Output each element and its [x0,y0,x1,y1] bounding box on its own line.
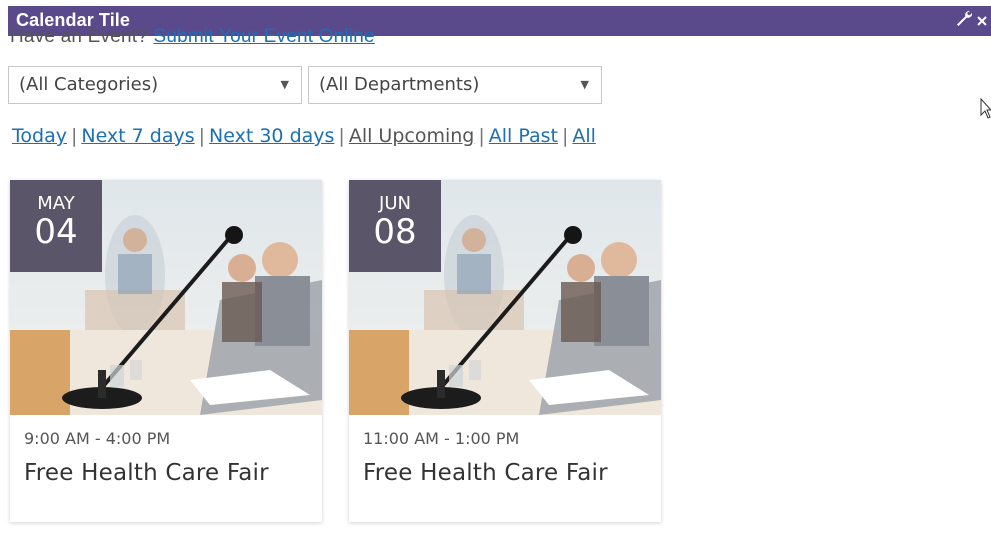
wrench-icon[interactable] [955,10,973,30]
chevron-down-icon: ▼ [280,78,289,91]
event-title[interactable]: Free Health Care Fair [24,460,269,486]
separator: | [561,125,569,147]
event-title[interactable]: Free Health Care Fair [363,460,608,486]
mouse-cursor-icon [980,97,991,124]
chevron-down-icon: ▼ [580,78,589,91]
submit-event-line: Have an Event? Submit Your Event Online [10,26,375,48]
filter-all-past[interactable]: All Past [489,125,558,147]
event-time: 9:00 AM - 4:00 PM [24,429,171,448]
separator: | [338,125,345,147]
department-select-value: (All Departments) [319,74,480,95]
date-day: 04 [34,212,78,252]
category-select[interactable]: (All Categories) ▼ [8,66,302,104]
close-icon[interactable] [977,11,987,30]
department-select[interactable]: (All Departments) ▼ [308,66,602,104]
filter-next-30-days[interactable]: Next 30 days [209,125,334,147]
date-day: 08 [373,212,417,252]
filter-all[interactable]: All [572,125,596,147]
date-month: JUN [379,193,411,214]
separator: | [198,125,206,147]
date-badge: MAY 04 [10,180,102,272]
separator: | [70,125,78,147]
category-select-value: (All Categories) [19,74,159,95]
date-filter-links: Today | Next 7 days | Next 30 days | All Upcom… [12,125,596,147]
submit-prompt: Have an Event? [10,26,148,47]
date-month: MAY [37,193,75,214]
event-time: 11:00 AM - 1:00 PM [363,429,520,448]
filter-today[interactable]: Today [12,125,67,147]
event-card[interactable]: JUN 08 11:00 AM - 1:00 PM Free Health Ca… [349,180,661,522]
filter-all-upcoming[interactable]: All Upcoming [349,125,475,147]
submit-event-link[interactable]: Submit Your Event Online [153,26,374,47]
event-card[interactable]: MAY 04 9:00 AM - 4:00 PM Free Health Car… [10,180,322,522]
filter-next-7-days[interactable]: Next 7 days [81,125,194,147]
date-badge: JUN 08 [349,180,441,272]
separator: | [478,125,485,147]
